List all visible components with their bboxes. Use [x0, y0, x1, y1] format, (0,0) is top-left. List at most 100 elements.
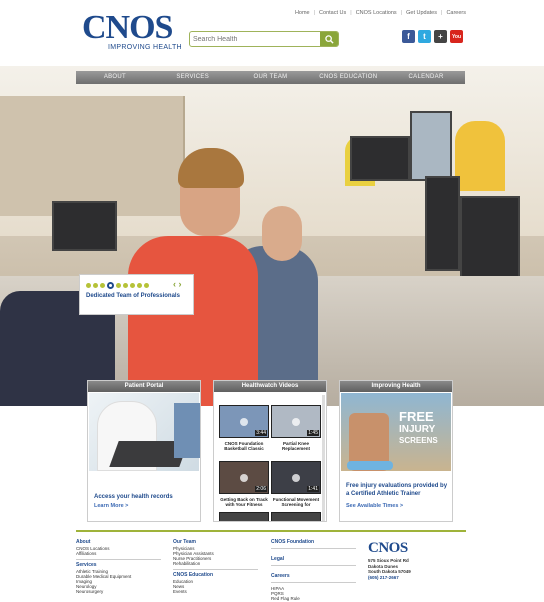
- footer-heading-foundation[interactable]: CNOS Foundation: [271, 540, 356, 545]
- video-thumbnail-3[interactable]: 2:06: [219, 461, 269, 494]
- footer-heading-legal[interactable]: Legal: [271, 557, 356, 562]
- video-list: 3:44 CNOS Foundation Basketball Classic …: [217, 395, 323, 521]
- hero-monitor: [52, 201, 117, 251]
- hero-cabinet: [0, 96, 185, 216]
- panel-title: Patient Portal: [88, 381, 200, 392]
- improving-text: Free injury evaluations provided by a Ce…: [346, 483, 448, 497]
- video-thumbnail-4[interactable]: 1:41: [271, 461, 321, 494]
- hero-monitor: [425, 176, 460, 271]
- search-input[interactable]: [193, 33, 321, 45]
- logo-tagline: IMPROVING HEALTH: [108, 44, 182, 51]
- video-thumbnail-1[interactable]: 3:44: [219, 405, 269, 438]
- slider-dot[interactable]: [107, 282, 114, 289]
- facebook-icon[interactable]: f: [402, 30, 415, 43]
- footer-heading-our-team[interactable]: Our Team: [173, 540, 258, 545]
- slider-dot[interactable]: [100, 283, 105, 288]
- footer-heading-careers[interactable]: Careers: [271, 574, 356, 579]
- footer-phone[interactable]: (605) 217-2667: [368, 575, 411, 581]
- top-link-contact[interactable]: Contact Us: [319, 10, 346, 16]
- slider-caption-text: Dedicated Team of Professionals: [86, 293, 180, 299]
- hero-nurse-2-head: [262, 206, 302, 261]
- nav-calendar[interactable]: CALENDAR: [387, 71, 465, 84]
- slider-arrows[interactable]: ‹ ›: [173, 279, 182, 289]
- google-plus-icon[interactable]: +: [434, 30, 447, 43]
- video-duration: 3:44: [255, 430, 267, 436]
- footer-address: 575 Sioux Point Rd Dakota Dunes South Da…: [368, 558, 411, 580]
- overlay-screens: SCREENS: [399, 436, 438, 445]
- panel-patient-portal[interactable]: Patient Portal Access your health record…: [87, 380, 201, 522]
- search-button[interactable]: [320, 32, 338, 46]
- video-duration: 1:45: [307, 430, 319, 436]
- video-caption-2[interactable]: Partial Knee Replacement: [269, 441, 323, 451]
- footer-rule: [271, 582, 356, 583]
- top-link-home[interactable]: Home: [295, 10, 310, 16]
- footer-heading-services[interactable]: Services: [76, 563, 161, 568]
- overlay-free: FREE: [399, 409, 434, 424]
- search-icon: [324, 34, 334, 44]
- video-caption-4[interactable]: Functional Movement Screening for: [269, 497, 323, 507]
- slider-dot[interactable]: [137, 283, 142, 288]
- page: CNOS IMPROVING HEALTH Home | Contact Us | …: [0, 0, 544, 602]
- logo-wordmark: CNOS: [82, 9, 173, 46]
- nav-about[interactable]: ABOUT: [76, 71, 154, 84]
- youtube-icon[interactable]: You: [450, 30, 463, 43]
- overlay-injury: INJURY: [399, 424, 436, 435]
- footer-link[interactable]: Events: [173, 589, 258, 594]
- portal-photo: [89, 393, 200, 471]
- slider-dot[interactable]: [144, 283, 149, 288]
- slider-dot[interactable]: [130, 283, 135, 288]
- footer-link[interactable]: Red Flag Rule: [271, 596, 356, 601]
- play-icon: [240, 474, 248, 482]
- panel-healthwatch-videos: Healthwatch Videos 3:44 CNOS Foundation …: [213, 380, 327, 522]
- slider-dots: [86, 282, 149, 289]
- slider-dot[interactable]: [93, 283, 98, 288]
- top-link-separator: |: [441, 10, 443, 16]
- video-thumbnail-6[interactable]: [271, 512, 321, 521]
- hero-monitor: [350, 136, 410, 181]
- footer-link[interactable]: Neurosurgery: [76, 589, 161, 594]
- footer-rule: [271, 548, 356, 549]
- video-caption-3[interactable]: Getting Back on Track with Your Fitness: [217, 497, 271, 507]
- address-line: 575 Sioux Point Rd: [368, 558, 409, 563]
- video-thumbnail-5[interactable]: [219, 512, 269, 521]
- footer-rule: [173, 569, 258, 570]
- twitter-icon[interactable]: t: [418, 30, 431, 43]
- play-icon: [292, 418, 300, 426]
- see-available-times-link[interactable]: See Available Times >: [346, 503, 403, 509]
- footer-link[interactable]: Rehabilitation: [173, 561, 258, 566]
- top-link-careers[interactable]: Careers: [446, 10, 466, 16]
- nav-cnos-education[interactable]: CNOS EDUCATION: [309, 71, 387, 84]
- top-link-separator: |: [350, 10, 352, 16]
- footer-link[interactable]: Affiliations: [76, 551, 161, 556]
- slider-dot[interactable]: [86, 283, 91, 288]
- hero-monitor: [410, 111, 452, 181]
- footer-divider: [76, 530, 466, 532]
- nav-our-team[interactable]: OUR TEAM: [232, 71, 310, 84]
- hero-photo: [0, 66, 544, 406]
- nav-services[interactable]: SERVICES: [154, 71, 232, 84]
- footer-col-1: About CNOS Locations Affiliations Servic…: [76, 540, 161, 594]
- top-link-locations[interactable]: CNOS Locations: [356, 10, 397, 16]
- portal-learn-more-link[interactable]: Learn More >: [94, 503, 128, 509]
- video-thumbnail-2[interactable]: 1:45: [271, 405, 321, 438]
- social-links: f t + You: [402, 30, 463, 43]
- panel-title: Healthwatch Videos: [214, 381, 326, 392]
- slider-dot[interactable]: [123, 283, 128, 288]
- shoes: [347, 461, 393, 470]
- footer-logo[interactable]: CNOS: [368, 540, 408, 557]
- top-links: Home | Contact Us | CNOS Locations | Get Up…: [295, 10, 466, 16]
- top-link-separator: |: [400, 10, 403, 16]
- video-scrollbar[interactable]: [322, 395, 325, 521]
- cnos-logo[interactable]: CNOS IMPROVING HEALTH: [82, 9, 182, 56]
- footer-rule: [271, 565, 356, 566]
- slider-dot[interactable]: [116, 283, 121, 288]
- video-duration: 2:06: [255, 486, 267, 492]
- search-box: [189, 31, 339, 47]
- top-link-separator: |: [313, 10, 316, 16]
- footer-heading-education[interactable]: CNOS Education: [173, 573, 258, 578]
- footer-col-3: CNOS Foundation Legal Careers HIPAA PQRS…: [271, 540, 356, 601]
- video-caption-1[interactable]: CNOS Foundation Basketball Classic: [217, 441, 271, 451]
- footer-heading-about[interactable]: About: [76, 540, 161, 545]
- top-link-updates[interactable]: Get Updates: [406, 10, 437, 16]
- panel-improving-health[interactable]: Improving Health FREE INJURY SCREENS Fre…: [339, 380, 453, 522]
